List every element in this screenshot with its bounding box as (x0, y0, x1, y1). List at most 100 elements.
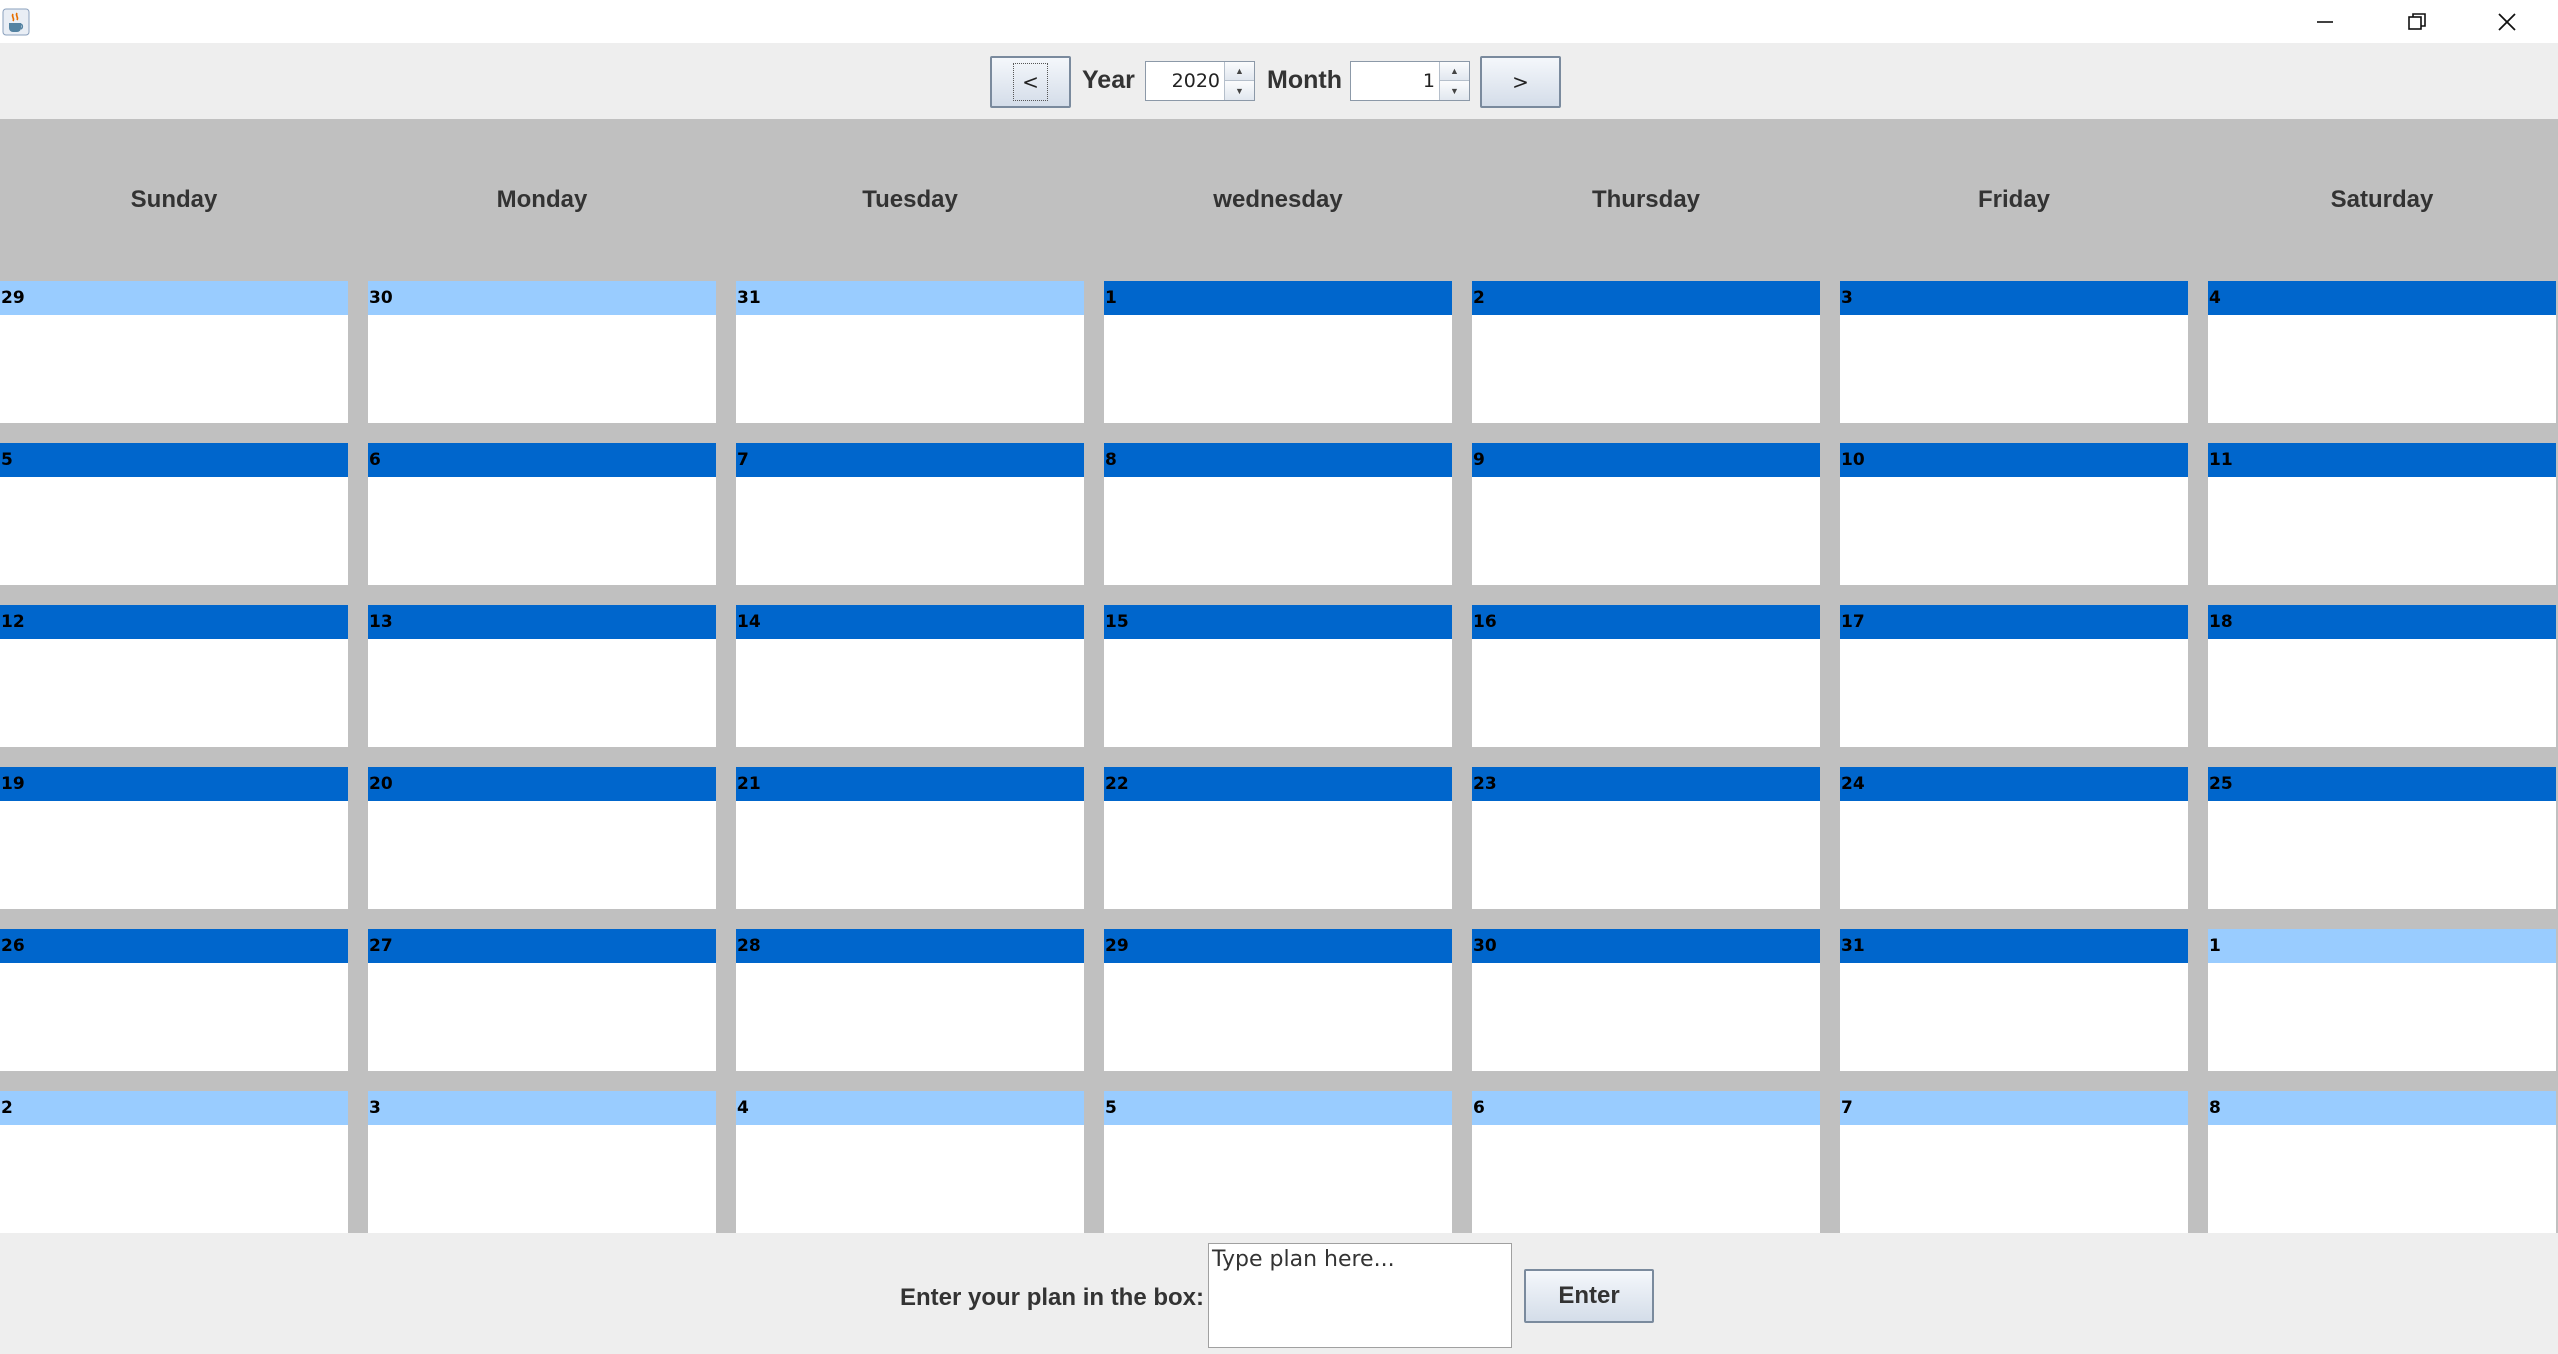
day-cell[interactable]: 10 (1840, 443, 2188, 585)
day-cell[interactable]: 12 (0, 605, 348, 747)
prev-month-label: < (1013, 63, 1048, 101)
java-cup-icon[interactable] (2, 8, 30, 36)
day-cell[interactable]: 2 (1472, 281, 1820, 423)
day-cell[interactable]: 27 (368, 929, 716, 1071)
day-cell[interactable]: 9 (1472, 443, 1820, 585)
year-spinner[interactable]: 2020 ▲ ▼ (1145, 61, 1255, 101)
day-number: 31 (1841, 936, 1865, 956)
day-cell[interactable]: 31 (736, 281, 1084, 423)
day-cell-header: 4 (2208, 281, 2556, 315)
month-increment-button[interactable]: ▲ (1440, 62, 1469, 81)
day-cell-header: 23 (1472, 767, 1820, 801)
day-cell[interactable]: 19 (0, 767, 348, 909)
day-cell[interactable]: 4 (736, 1091, 1084, 1233)
day-number: 22 (1105, 774, 1129, 794)
day-number: 14 (737, 612, 761, 632)
close-button[interactable] (2462, 0, 2552, 43)
day-cell[interactable]: 2 (0, 1091, 348, 1233)
day-cell-header: 14 (736, 605, 1084, 639)
day-cell[interactable]: 23 (1472, 767, 1820, 909)
day-cell[interactable]: 3 (368, 1091, 716, 1233)
day-cell[interactable]: 16 (1472, 605, 1820, 747)
day-number: 30 (1473, 936, 1497, 956)
year-decrement-button[interactable]: ▼ (1225, 81, 1254, 100)
day-cell-header: 1 (1104, 281, 1452, 315)
day-cell[interactable]: 30 (1472, 929, 1820, 1071)
day-cell[interactable]: 5 (1104, 1091, 1452, 1233)
day-cell[interactable]: 25 (2208, 767, 2556, 909)
next-month-button[interactable]: > (1480, 56, 1561, 108)
day-cell-header: 5 (1104, 1091, 1452, 1125)
day-cell-header: 6 (1472, 1091, 1820, 1125)
day-cell-header: 2 (1472, 281, 1820, 315)
plan-input[interactable] (1208, 1243, 1512, 1348)
day-cell[interactable]: 18 (2208, 605, 2556, 747)
day-cell[interactable]: 7 (1840, 1091, 2188, 1233)
year-value[interactable]: 2020 (1146, 62, 1224, 100)
weekday-header: Tuesday (862, 186, 958, 213)
day-number: 24 (1841, 774, 1865, 794)
day-cell-header: 3 (368, 1091, 716, 1125)
day-cell[interactable]: 20 (368, 767, 716, 909)
day-cell[interactable]: 21 (736, 767, 1084, 909)
day-number: 23 (1473, 774, 1497, 794)
day-cell[interactable]: 3 (1840, 281, 2188, 423)
day-cell[interactable]: 1 (2208, 929, 2556, 1071)
month-value[interactable]: 1 (1351, 62, 1439, 100)
day-cell[interactable]: 28 (736, 929, 1084, 1071)
day-cell[interactable]: 6 (1472, 1091, 1820, 1233)
day-cell[interactable]: 22 (1104, 767, 1452, 909)
day-number: 28 (737, 936, 761, 956)
title-bar (0, 0, 2558, 43)
plan-entry-bar: Enter your plan in the box: Enter (0, 1233, 2558, 1354)
day-cell[interactable]: 30 (368, 281, 716, 423)
minimize-button[interactable] (2280, 0, 2370, 43)
day-number: 2 (1, 1098, 13, 1118)
day-cell-header: 2 (0, 1091, 348, 1125)
day-cell-header: 19 (0, 767, 348, 801)
day-number: 30 (369, 288, 393, 308)
day-number: 17 (1841, 612, 1865, 632)
chevron-down-icon: ▼ (1450, 85, 1459, 96)
year-increment-button[interactable]: ▲ (1225, 62, 1254, 81)
day-cell-header: 20 (368, 767, 716, 801)
day-cell[interactable]: 8 (1104, 443, 1452, 585)
day-cell-header: 13 (368, 605, 716, 639)
day-cell[interactable]: 7 (736, 443, 1084, 585)
day-cell[interactable]: 15 (1104, 605, 1452, 747)
day-cell-header: 9 (1472, 443, 1820, 477)
day-cell[interactable]: 24 (1840, 767, 2188, 909)
day-number: 4 (2209, 288, 2221, 308)
day-cell[interactable]: 1 (1104, 281, 1452, 423)
day-number: 8 (2209, 1098, 2221, 1118)
day-number: 29 (1, 288, 25, 308)
day-number: 21 (737, 774, 761, 794)
prev-month-button[interactable]: < (990, 56, 1071, 108)
day-cell[interactable]: 17 (1840, 605, 2188, 747)
day-cell-header: 6 (368, 443, 716, 477)
day-cell-header: 8 (2208, 1091, 2556, 1125)
day-number: 12 (1, 612, 25, 632)
day-cell[interactable]: 6 (368, 443, 716, 585)
day-cell[interactable]: 4 (2208, 281, 2556, 423)
day-cell[interactable]: 5 (0, 443, 348, 585)
month-spinner[interactable]: 1 ▲ ▼ (1350, 61, 1470, 101)
restore-button[interactable] (2372, 0, 2462, 43)
day-cell-header: 1 (2208, 929, 2556, 963)
day-cell[interactable]: 11 (2208, 443, 2556, 585)
day-cell-header: 4 (736, 1091, 1084, 1125)
day-cell-header: 25 (2208, 767, 2556, 801)
day-number: 8 (1105, 450, 1117, 470)
day-number: 6 (369, 450, 381, 470)
day-cell[interactable]: 29 (1104, 929, 1452, 1071)
day-cell-header: 31 (1840, 929, 2188, 963)
day-cell[interactable]: 14 (736, 605, 1084, 747)
enter-button[interactable]: Enter (1524, 1269, 1654, 1323)
day-cell[interactable]: 26 (0, 929, 348, 1071)
day-cell-header: 22 (1104, 767, 1452, 801)
month-decrement-button[interactable]: ▼ (1440, 81, 1469, 100)
day-cell[interactable]: 31 (1840, 929, 2188, 1071)
day-cell[interactable]: 13 (368, 605, 716, 747)
day-cell[interactable]: 8 (2208, 1091, 2556, 1233)
day-cell[interactable]: 29 (0, 281, 348, 423)
